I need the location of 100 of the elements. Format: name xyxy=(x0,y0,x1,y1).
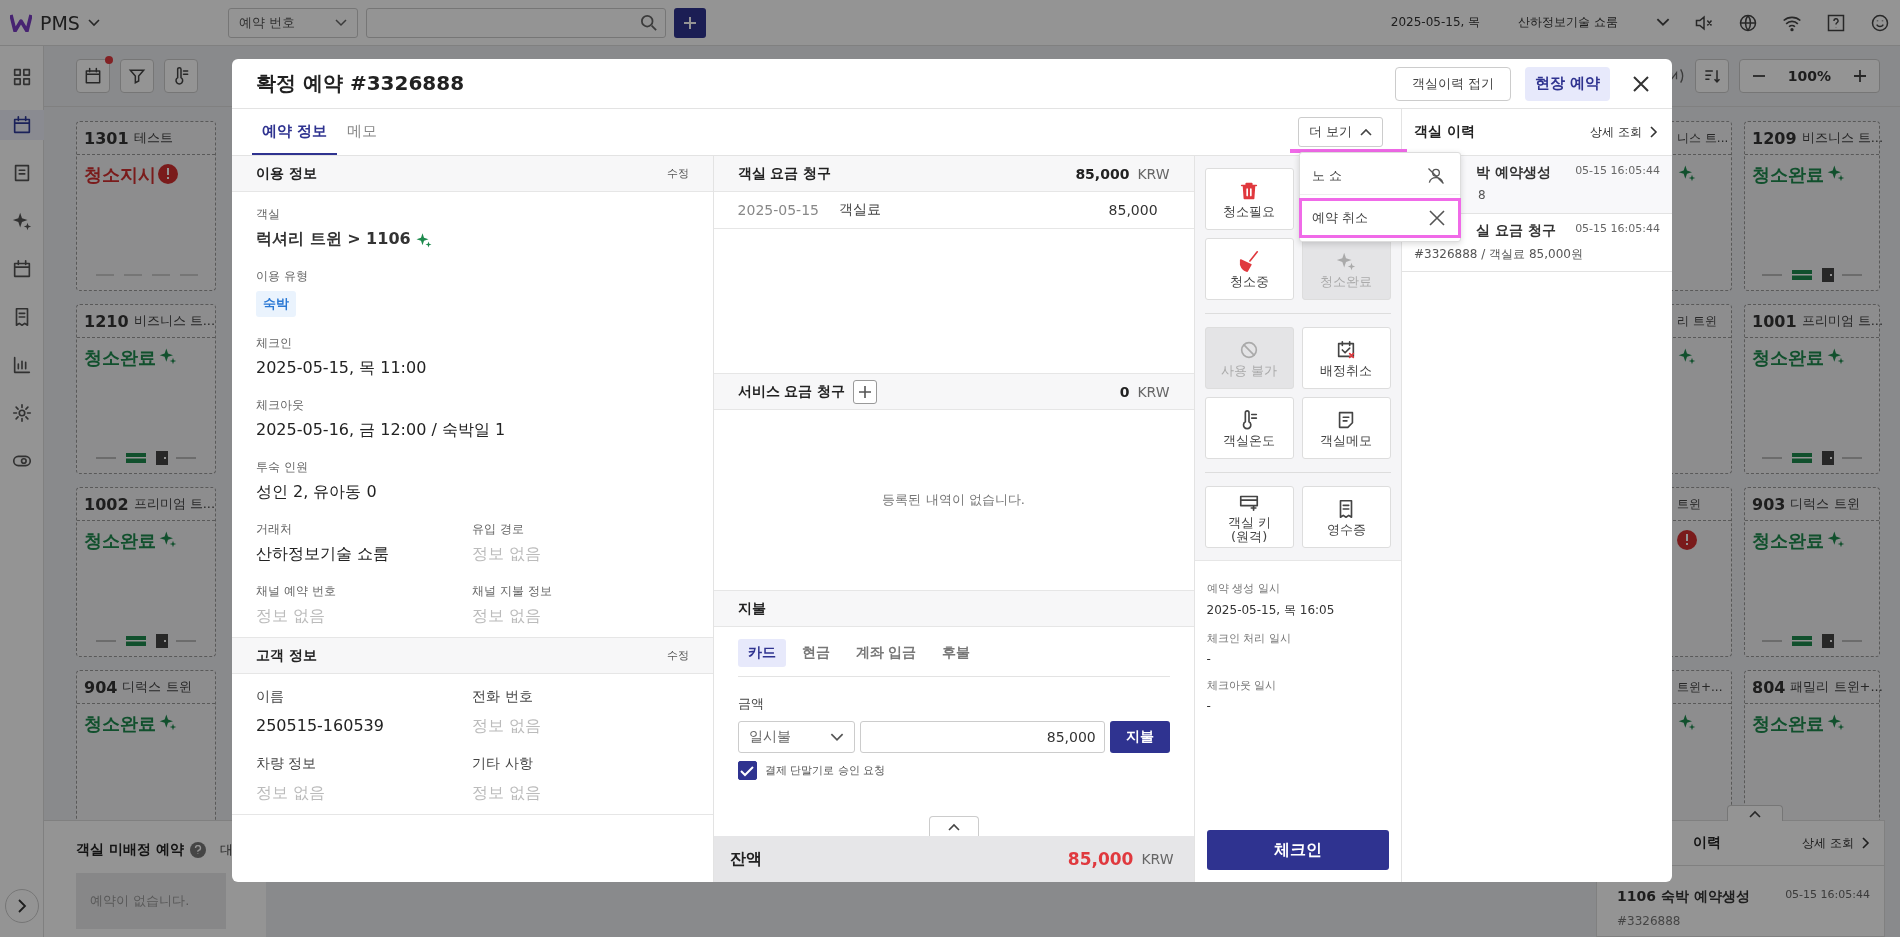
currency-label: KRW xyxy=(1141,851,1174,867)
help-icon[interactable] xyxy=(189,842,206,858)
calendar-button[interactable] xyxy=(76,59,110,93)
field-label: 전화 번호 xyxy=(472,688,534,706)
action-button[interactable]: 영수증 xyxy=(1301,486,1391,548)
history-subtitle: #3326888 xyxy=(1617,914,1682,928)
collapse-button[interactable] xyxy=(1727,805,1783,821)
sparkle-icon xyxy=(1826,529,1846,549)
payment-method-tab[interactable]: 후불 xyxy=(932,639,981,667)
action-button[interactable]: 배정취소 xyxy=(1301,327,1391,389)
sparkle-icon xyxy=(1826,163,1846,183)
room-card[interactable]: 1210 비즈니스 트... 청소완료 xyxy=(76,304,216,474)
sparkle-icon xyxy=(1677,163,1697,183)
timestamp-label: 체크아웃 일시 xyxy=(1206,678,1278,693)
globe-icon[interactable] xyxy=(1738,12,1758,33)
cleaning-status: 청소완료 xyxy=(1752,529,1824,553)
room-card[interactable]: 1301 테스트 청소지시 xyxy=(76,121,216,291)
search-icon[interactable] xyxy=(640,14,657,31)
action-button[interactable]: 객실메모 xyxy=(1301,397,1391,459)
more-button[interactable]: 더 보기 xyxy=(1297,117,1383,147)
cleaning-status: 청소완료 xyxy=(84,712,156,736)
action-button[interactable]: 객실온도 xyxy=(1204,397,1294,459)
action-button[interactable]: 청소필요 xyxy=(1204,168,1294,230)
caret-icon[interactable] xyxy=(87,18,100,27)
field-label: 채널 예약 번호 xyxy=(256,583,337,600)
caret-icon xyxy=(334,18,347,27)
charge-amount: 85,000 xyxy=(1108,202,1158,218)
room-card[interactable]: 904 디럭스 트윈 청소완료 xyxy=(76,670,216,820)
room-type: 디럭스 트윈 xyxy=(122,678,192,696)
temperature-button[interactable] xyxy=(164,59,198,93)
add-service-button[interactable] xyxy=(853,379,878,404)
field-label: 이름 xyxy=(256,688,285,706)
tab[interactable]: 메모 xyxy=(337,109,388,155)
sort-button[interactable] xyxy=(1694,59,1729,93)
amount-field[interactable]: 85,000 xyxy=(860,721,1105,753)
cleaning-status: 청소완료 xyxy=(1752,346,1824,370)
cleaning-status: 청소완료 xyxy=(84,346,156,370)
room-number: 1001 xyxy=(1752,311,1797,331)
charge-item: 객실료 xyxy=(838,201,881,219)
payment-method-tab[interactable]: 계좌 입금 xyxy=(845,639,927,667)
field-value: 정보 없음 xyxy=(256,783,327,804)
sparkle-icon xyxy=(158,346,178,366)
add-button[interactable] xyxy=(673,7,706,38)
search-type-select[interactable]: 예약 번호 xyxy=(227,7,358,38)
edit-link[interactable]: 수정 xyxy=(666,648,689,663)
menu-item[interactable]: 노 쇼 xyxy=(1300,157,1460,195)
close-icon xyxy=(1428,208,1446,227)
close-icon[interactable] xyxy=(1632,74,1650,93)
history-time: 05-15 16:05:44 xyxy=(1785,888,1870,901)
edit-link[interactable]: 수정 xyxy=(666,166,689,181)
sparkle-icon xyxy=(414,230,433,249)
room-card[interactable]: 1002 프리미엄 트... 청소완료 xyxy=(76,487,216,657)
payment-method-tab[interactable]: 카드 xyxy=(737,639,786,667)
detail-link[interactable]: 상세 조회 xyxy=(1802,834,1854,852)
filter-icon xyxy=(127,66,147,86)
room-type: 트윈 xyxy=(1677,495,1701,513)
pay-button[interactable]: 지불 xyxy=(1109,721,1170,753)
check-in-button[interactable]: 체크인 xyxy=(1206,830,1389,870)
installment-select[interactable]: 일시불 xyxy=(737,721,856,753)
action-button[interactable]: 객실 키 (원격) xyxy=(1204,486,1294,548)
history-title: 실 요금 청구 xyxy=(1476,222,1556,240)
field-label: 체크아웃 xyxy=(256,397,305,414)
field-label: 유입 경로 xyxy=(472,521,526,538)
collapse-history-button[interactable]: 객실이력 접기 xyxy=(1394,66,1511,101)
sparkle-icon xyxy=(1826,712,1846,732)
caret-icon[interactable] xyxy=(1656,18,1670,27)
empty-message: 등록된 내역이 없습니다. xyxy=(882,491,1025,509)
room-card[interactable]: 1001 프리미엄 트... 청소완료 xyxy=(1744,304,1880,474)
checkbox[interactable] xyxy=(737,761,757,780)
expand-button[interactable] xyxy=(4,889,39,923)
room-type: 니스 트... xyxy=(1677,129,1729,147)
detail-link[interactable]: 상세 조회 xyxy=(1590,123,1642,141)
payment-method-tab[interactable]: 현금 xyxy=(791,639,840,667)
smiley-icon[interactable] xyxy=(1870,12,1890,33)
balance-label: 잔액 xyxy=(729,848,762,870)
expand-button[interactable] xyxy=(928,816,979,836)
panel-title: 이력 xyxy=(1693,834,1721,852)
room-number: 804 xyxy=(1752,677,1786,697)
room-card[interactable]: 903 디럭스 트윈 청소완료 xyxy=(1744,487,1880,657)
chevron-icon[interactable] xyxy=(1862,837,1870,849)
help-icon[interactable] xyxy=(1826,12,1846,33)
zoom-in-icon[interactable] xyxy=(1853,69,1867,83)
field-value: 정보 없음 xyxy=(472,716,543,737)
room-type: 테스트 xyxy=(133,129,173,147)
search-field[interactable] xyxy=(365,7,666,38)
person-off-icon xyxy=(1426,165,1446,186)
action-button[interactable]: 청소중 xyxy=(1204,238,1294,300)
room-card[interactable]: 804 패밀리 트윈+... 청소완료 xyxy=(1744,670,1880,820)
panel-tab[interactable]: 대 xyxy=(219,841,233,859)
dialog-title: 확정 예약 #3326888 xyxy=(256,70,465,97)
history-subtitle: 8 xyxy=(1478,188,1487,202)
section-title: 지불 xyxy=(737,599,766,618)
field-value: 2025-05-16, 금 12:00 / 숙박일 1 xyxy=(256,420,507,441)
menu-item[interactable]: 예약 취소 xyxy=(1300,199,1460,237)
room-card[interactable]: 1209 비즈니스 트... 청소완료 xyxy=(1744,121,1880,291)
field-value: 정보 없음 xyxy=(472,783,543,804)
section-title: 이용 정보 xyxy=(256,164,317,183)
chevron-icon[interactable] xyxy=(1650,126,1658,138)
filter-button[interactable] xyxy=(120,59,154,93)
sparkle-icon xyxy=(1677,712,1697,732)
